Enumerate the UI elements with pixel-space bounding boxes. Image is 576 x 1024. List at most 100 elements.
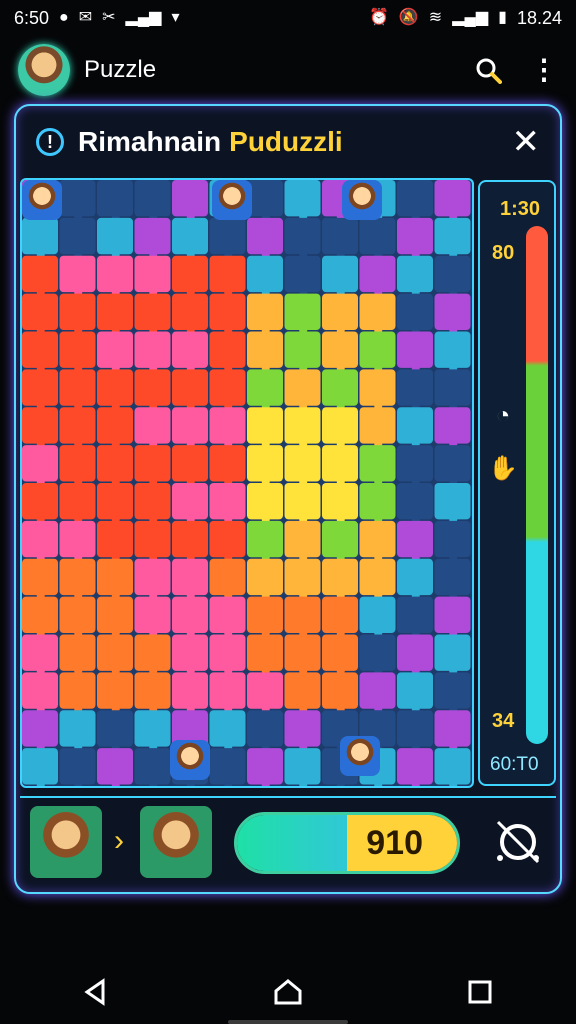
puzzle-piece[interactable] xyxy=(359,520,396,558)
puzzle-piece[interactable] xyxy=(434,558,471,596)
puzzle-piece[interactable] xyxy=(209,445,246,482)
puzzle-piece[interactable] xyxy=(397,558,433,596)
puzzle-piece[interactable] xyxy=(434,331,471,368)
puzzle-piece[interactable] xyxy=(284,293,321,330)
puzzle-piece[interactable] xyxy=(359,558,396,596)
recents-icon[interactable] xyxy=(465,977,495,1007)
puzzle-piece[interactable] xyxy=(134,634,171,671)
puzzle-piece[interactable] xyxy=(434,710,471,747)
puzzle-piece[interactable] xyxy=(209,217,246,255)
puzzle-piece[interactable] xyxy=(172,407,208,444)
puzzle-piece[interactable] xyxy=(434,748,471,785)
puzzle-piece[interactable] xyxy=(209,710,246,747)
puzzle-piece[interactable] xyxy=(397,445,433,482)
puzzle-piece[interactable] xyxy=(172,520,208,558)
puzzle-piece[interactable] xyxy=(247,369,283,406)
puzzle-piece[interactable] xyxy=(209,596,246,633)
puzzle-piece[interactable] xyxy=(59,483,96,520)
puzzle-piece[interactable] xyxy=(284,520,321,558)
puzzle-piece[interactable] xyxy=(59,558,96,596)
puzzle-piece[interactable] xyxy=(247,483,283,520)
puzzle-piece[interactable] xyxy=(247,293,283,330)
puzzle-piece[interactable] xyxy=(134,445,171,482)
puzzle-piece[interactable] xyxy=(322,407,358,444)
puzzle-piece[interactable] xyxy=(322,369,358,406)
puzzle-piece[interactable] xyxy=(284,217,321,255)
puzzle-piece[interactable] xyxy=(22,748,58,785)
puzzle-piece[interactable] xyxy=(97,520,133,558)
puzzle-piece[interactable] xyxy=(134,407,171,444)
puzzle-piece[interactable] xyxy=(97,483,133,520)
puzzle-piece[interactable] xyxy=(97,293,133,330)
puzzle-piece[interactable] xyxy=(59,180,96,217)
puzzle-piece[interactable] xyxy=(134,558,171,596)
puzzle-piece[interactable] xyxy=(284,672,321,709)
tool-icon[interactable]: ✋ xyxy=(488,454,518,484)
puzzle-piece[interactable] xyxy=(284,634,321,671)
puzzle-piece[interactable] xyxy=(322,634,358,671)
puzzle-piece[interactable] xyxy=(284,255,321,293)
puzzle-piece[interactable] xyxy=(59,445,96,482)
puzzle-piece[interactable] xyxy=(359,369,396,406)
puzzle-piece[interactable] xyxy=(134,672,171,709)
puzzle-piece[interactable] xyxy=(284,407,321,444)
puzzle-piece[interactable] xyxy=(284,445,321,482)
puzzle-piece[interactable] xyxy=(247,558,283,596)
puzzle-piece[interactable] xyxy=(22,483,58,520)
puzzle-piece[interactable] xyxy=(434,369,471,406)
puzzle-piece[interactable] xyxy=(434,672,471,709)
puzzle-piece[interactable] xyxy=(97,407,133,444)
puzzle-piece[interactable] xyxy=(22,445,58,482)
puzzle-piece[interactable] xyxy=(134,293,171,330)
puzzle-piece[interactable] xyxy=(209,407,246,444)
puzzle-piece[interactable] xyxy=(397,255,433,293)
puzzle-piece[interactable] xyxy=(247,520,283,558)
puzzle-piece[interactable] xyxy=(434,180,471,217)
more-menu-icon[interactable]: ⋮ xyxy=(530,56,558,84)
puzzle-piece[interactable] xyxy=(284,748,321,785)
puzzle-piece[interactable] xyxy=(359,483,396,520)
puzzle-piece[interactable] xyxy=(322,672,358,709)
puzzle-piece[interactable] xyxy=(134,483,171,520)
puzzle-piece[interactable] xyxy=(359,407,396,444)
puzzle-piece[interactable] xyxy=(397,748,433,785)
puzzle-piece[interactable] xyxy=(397,293,433,330)
puzzle-piece[interactable] xyxy=(247,217,283,255)
puzzle-piece[interactable] xyxy=(284,710,321,747)
puzzle-piece[interactable] xyxy=(22,520,58,558)
puzzle-piece[interactable] xyxy=(209,293,246,330)
puzzle-piece[interactable] xyxy=(397,672,433,709)
puzzle-character-piece[interactable] xyxy=(340,736,380,776)
puzzle-piece[interactable] xyxy=(97,445,133,482)
puzzle-character-piece[interactable] xyxy=(170,740,210,780)
puzzle-piece[interactable] xyxy=(322,445,358,482)
puzzle-piece[interactable] xyxy=(434,445,471,482)
puzzle-piece[interactable] xyxy=(172,369,208,406)
puzzle-piece[interactable] xyxy=(22,407,58,444)
puzzle-piece[interactable] xyxy=(322,255,358,293)
puzzle-piece[interactable] xyxy=(247,331,283,368)
puzzle-piece[interactable] xyxy=(22,369,58,406)
puzzle-piece[interactable] xyxy=(209,369,246,406)
puzzle-piece[interactable] xyxy=(59,293,96,330)
puzzle-piece[interactable] xyxy=(22,596,58,633)
puzzle-piece[interactable] xyxy=(97,369,133,406)
puzzle-piece[interactable] xyxy=(322,293,358,330)
puzzle-piece[interactable] xyxy=(22,710,58,747)
puzzle-piece[interactable] xyxy=(134,180,171,217)
puzzle-piece[interactable] xyxy=(397,407,433,444)
puzzle-piece[interactable] xyxy=(284,483,321,520)
puzzle-piece[interactable] xyxy=(97,255,133,293)
puzzle-piece[interactable] xyxy=(284,369,321,406)
puzzle-piece[interactable] xyxy=(59,217,96,255)
search-icon[interactable] xyxy=(474,56,502,84)
puzzle-piece[interactable] xyxy=(22,634,58,671)
puzzle-piece[interactable] xyxy=(322,558,358,596)
puzzle-piece[interactable] xyxy=(209,331,246,368)
puzzle-piece[interactable] xyxy=(172,217,208,255)
puzzle-piece[interactable] xyxy=(434,596,471,633)
puzzle-piece[interactable] xyxy=(59,596,96,633)
puzzle-piece[interactable] xyxy=(247,255,283,293)
info-icon[interactable]: ! xyxy=(36,128,64,156)
puzzle-piece[interactable] xyxy=(434,634,471,671)
